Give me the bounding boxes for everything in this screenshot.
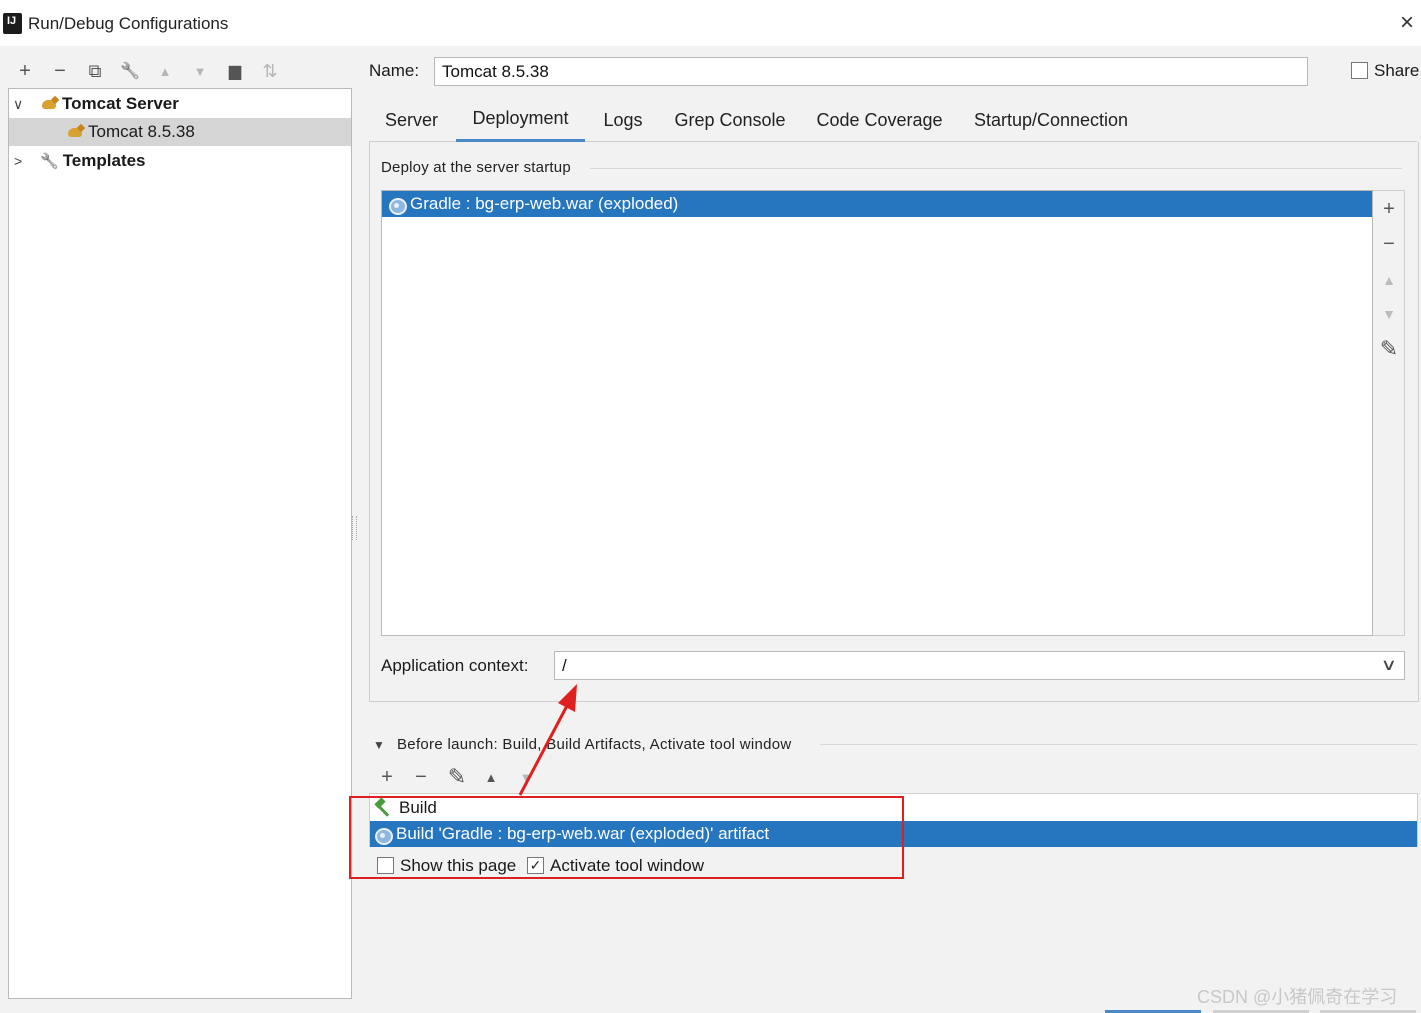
collapse-triangle-icon[interactable]: ▼	[373, 738, 385, 752]
deploy-list-toolbar: + − ▲ ▼ ✎	[1373, 190, 1405, 636]
config-toolbar: + − ⧉ 🔧 ▲ ▼ ▆ ⇅	[8, 56, 348, 86]
name-label: Name:	[369, 61, 420, 80]
tab-logs[interactable]: Logs	[593, 98, 653, 142]
move-up-icon[interactable]: ▲	[150, 56, 180, 86]
before-launch-label: Before launch: Build, Build Artifacts, A…	[397, 736, 792, 753]
tree-item-label: Tomcat Server	[62, 94, 179, 113]
move-down-icon[interactable]: ▼	[185, 56, 215, 86]
add-icon[interactable]: +	[372, 762, 402, 792]
window-title: Run/Debug Configurations	[28, 14, 229, 33]
add-icon[interactable]: +	[1373, 194, 1405, 224]
tree-item-label: Templates	[62, 151, 146, 170]
app-context-label: Application context:	[381, 656, 529, 675]
gradle-artifact-icon	[388, 196, 407, 215]
move-down-icon[interactable]: ▼	[511, 762, 541, 792]
section-divider	[590, 168, 1402, 169]
configuration-tree: ∨ Tomcat Server Tomcat 8.5.38 > 🔧 Templa…	[8, 88, 352, 999]
tab-code-coverage[interactable]: Code Coverage	[808, 98, 951, 142]
title-bar: IJ Run/Debug Configurations ×	[0, 0, 1421, 46]
edit-icon[interactable]: ✎	[442, 762, 472, 792]
close-icon[interactable]: ×	[1400, 9, 1414, 37]
chevron-down-icon[interactable]: ∨	[1381, 655, 1397, 675]
watermark: CSDN @小猪佩奇在学习	[1197, 987, 1398, 1007]
tab-deployment[interactable]: Deployment	[456, 98, 585, 142]
before-launch-toolbar: + − ✎ ▲ ▼	[372, 762, 572, 792]
tree-item-tomcat-8-5-38[interactable]: Tomcat 8.5.38	[9, 118, 351, 146]
remove-icon[interactable]: −	[45, 56, 75, 86]
splitter-handle[interactable]	[352, 516, 357, 540]
edit-icon[interactable]: ✎	[1373, 334, 1405, 364]
folder-icon[interactable]: ▆	[220, 56, 250, 86]
app-context-combobox[interactable]: /	[554, 651, 1405, 680]
tomcat-icon	[40, 96, 60, 112]
tab-grep-console[interactable]: Grep Console	[667, 98, 793, 142]
tab-server[interactable]: Server	[373, 98, 450, 142]
move-down-icon[interactable]: ▼	[1373, 299, 1405, 329]
wrench-icon[interactable]: 🔧	[115, 56, 145, 86]
deploy-artifact-list[interactable]: Gradle : bg-erp-web.war (exploded)	[381, 190, 1373, 636]
move-up-icon[interactable]: ▲	[476, 762, 506, 792]
section-divider	[820, 744, 1417, 745]
remove-icon[interactable]: −	[1373, 229, 1405, 259]
share-label[interactable]: Share	[1374, 61, 1419, 81]
deploy-section-title: Deploy at the server startup	[381, 159, 571, 176]
expand-arrow-icon[interactable]: ∨	[13, 96, 23, 113]
tree-item-label: Tomcat 8.5.38	[88, 122, 195, 141]
remove-icon[interactable]: −	[406, 762, 436, 792]
config-tabs: Server Deployment Logs Grep Console Code…	[369, 98, 1417, 142]
tree-item-templates[interactable]: > 🔧 Templates	[9, 147, 351, 175]
share-checkbox[interactable]	[1351, 62, 1368, 79]
list-item-label: Gradle : bg-erp-web.war (exploded)	[410, 194, 679, 213]
wrench-icon: 🔧	[40, 153, 59, 170]
add-icon[interactable]: +	[10, 56, 40, 86]
copy-icon[interactable]: ⧉	[80, 56, 110, 86]
name-field[interactable]: Tomcat 8.5.38	[434, 57, 1308, 86]
tree-item-tomcat-server[interactable]: ∨ Tomcat Server	[9, 90, 351, 118]
collapse-arrow-icon[interactable]: >	[14, 153, 22, 169]
tab-startup-connection[interactable]: Startup/Connection	[965, 98, 1137, 142]
sort-icon[interactable]: ⇅	[255, 56, 285, 86]
move-up-icon[interactable]: ▲	[1373, 265, 1405, 295]
tomcat-icon	[66, 124, 86, 140]
list-item[interactable]: Gradle : bg-erp-web.war (exploded)	[382, 191, 1372, 217]
intellij-app-icon: IJ	[1, 11, 24, 36]
red-highlight-annotation	[349, 796, 904, 879]
